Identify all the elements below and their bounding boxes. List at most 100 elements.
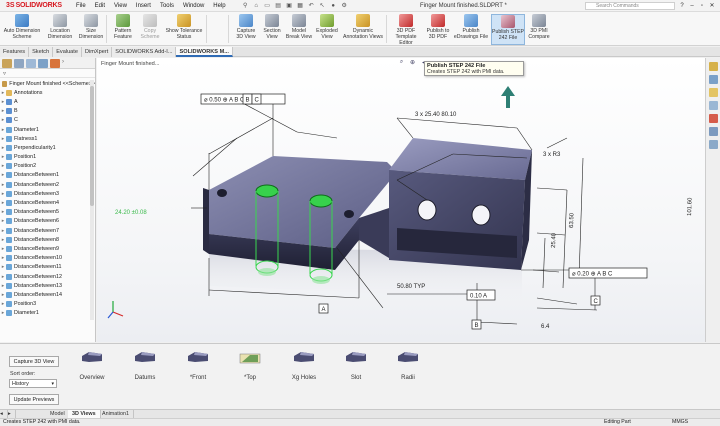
open-folder-icon[interactable]: ▤ — [274, 2, 283, 10]
tree-item[interactable]: ▸DistanceBetween1 — [0, 171, 95, 180]
tree-item[interactable]: ▸B — [0, 107, 95, 116]
print-icon[interactable]: ▦ — [296, 2, 305, 10]
tree-item[interactable]: ▸A — [0, 97, 95, 106]
update-previews-button[interactable]: Update Previews — [9, 394, 59, 405]
tree-item[interactable]: ▸DistanceBetween13 — [0, 281, 95, 290]
tree-item[interactable]: ▸Position2 — [0, 162, 95, 171]
display-manager-icon[interactable] — [50, 59, 60, 68]
minimize-icon[interactable]: – — [687, 1, 697, 11]
forum-icon[interactable] — [709, 140, 718, 149]
tree-item[interactable]: ▸Diameter1 — [0, 125, 95, 134]
select-arrow-icon[interactable]: ↖ — [318, 2, 327, 10]
tab-dimxpert[interactable]: DimXpert — [82, 47, 112, 57]
home-icon[interactable]: ⌂ — [252, 2, 261, 10]
menu-file[interactable]: File — [76, 3, 86, 9]
tree-item[interactable]: ▸Position3 — [0, 300, 95, 309]
3d-pmi-compare-button[interactable]: 3D PMI Compare — [526, 14, 552, 40]
tree-item[interactable]: ▸DistanceBetween10 — [0, 254, 95, 263]
publish-step-242-button[interactable]: Publish STEP 242 File — [491, 14, 525, 45]
gdt-frame-3[interactable]: 0.10 A — [467, 290, 495, 300]
datum-box-c[interactable]: C — [591, 296, 600, 305]
tree-scrollbar[interactable] — [90, 80, 94, 320]
tree-item[interactable]: ▸DistanceBetween11 — [0, 263, 95, 272]
file-explorer-icon[interactable] — [709, 88, 718, 97]
restore-icon[interactable]: ▫ — [697, 1, 707, 11]
tree-item[interactable]: ▸DistanceBetween7 — [0, 226, 95, 235]
solidworks-logo[interactable]: 3S SOLIDWORKS — [6, 2, 54, 9]
model-canvas[interactable]: ⌀ 0.50 ⊕ A B C 3 x 25.40 80.10 ⌀ 0.20 ⊕ … — [97, 58, 705, 342]
rebuild-icon[interactable]: ● — [329, 2, 338, 10]
options-gear-icon[interactable]: ⚙ — [340, 2, 349, 10]
tree-filter[interactable]: ▿ — [0, 69, 95, 78]
view-thumbnail-top[interactable]: *Top — [230, 350, 270, 381]
tree-item[interactable]: ▸Flatness1 — [0, 134, 95, 143]
sort-order-select[interactable]: History ▾ — [9, 379, 57, 388]
tree-item[interactable]: ▸DistanceBetween4 — [0, 198, 95, 207]
size-dimension-button[interactable]: Size Dimension — [78, 14, 104, 40]
datum-box-b[interactable]: B — [472, 320, 481, 329]
tree-item[interactable]: ▸Diameter1 — [0, 309, 95, 318]
tree-item[interactable]: ▸DistanceBetween2 — [0, 180, 95, 189]
custom-properties-icon[interactable] — [709, 127, 718, 136]
tab-solidworks-addins[interactable]: SOLIDWORKS Add-I... — [112, 47, 176, 57]
datum-box-b-top[interactable]: B — [243, 94, 252, 104]
tab-features[interactable]: Features — [0, 47, 29, 57]
menu-help[interactable]: Help — [213, 3, 225, 9]
view-thumbnail-radii[interactable]: Radii — [388, 350, 428, 381]
view-thumbnail-slot[interactable]: Slot — [336, 350, 376, 381]
menu-view[interactable]: View — [114, 3, 127, 9]
expand-panel-icon[interactable]: › — [62, 59, 72, 68]
menu-edit[interactable]: Edit — [95, 3, 105, 9]
graphics-area[interactable]: Finger Mount finished... ⌕ ⊕ ◂ — [97, 58, 705, 342]
tree-item[interactable]: ▸Annotations — [0, 88, 95, 97]
view-thumbnail-holes[interactable]: Xg Holes — [284, 350, 324, 381]
view-thumbnail-overview[interactable]: Overview — [72, 350, 112, 381]
scrollbar-thumb[interactable] — [90, 86, 94, 206]
section-view-button[interactable]: Section View — [260, 14, 284, 40]
tab-sketch[interactable]: Sketch — [29, 47, 53, 57]
tree-item[interactable]: ▸C — [0, 116, 95, 125]
model-break-view-button[interactable]: Model Break View — [284, 14, 314, 40]
show-tolerance-status-button[interactable]: Show Tolerance Status — [164, 14, 204, 40]
3d-pdf-template-editor-button[interactable]: 3D PDF Template Editor — [388, 14, 424, 46]
tree-item[interactable]: ▸DistanceBetween3 — [0, 189, 95, 198]
tree-root[interactable]: Finger Mount finished <<Scheme>> — [0, 79, 95, 88]
tree-item[interactable]: ▸DistanceBetween8 — [0, 235, 95, 244]
configuration-manager-icon[interactable] — [26, 59, 36, 68]
tree-item[interactable]: ▸Perpendicularity1 — [0, 143, 95, 152]
appearances-icon[interactable] — [709, 114, 718, 123]
undo-icon[interactable]: ↶ — [307, 2, 316, 10]
pattern-feature-button[interactable]: Pattern Feature — [110, 14, 136, 40]
tree-item[interactable]: ▸DistanceBetween5 — [0, 208, 95, 217]
copy-scheme-button[interactable]: Copy Scheme — [138, 14, 162, 40]
capture-3d-view-button[interactable]: Capture 3D View — [232, 14, 260, 40]
search-input[interactable]: Search Commands — [585, 2, 675, 10]
status-units[interactable]: MMGS — [672, 419, 688, 426]
tab-solidworks-mbd[interactable]: SOLIDWORKS M... — [176, 47, 232, 57]
view-palette-icon[interactable] — [709, 101, 718, 110]
save-icon[interactable]: ▣ — [285, 2, 294, 10]
tree-item[interactable]: ▸Position1 — [0, 153, 95, 162]
new-document-icon[interactable]: ▭ — [263, 2, 272, 10]
gdt-frame-2[interactable]: ⌀ 0.20 ⊕ A B C — [569, 268, 647, 278]
help-icon[interactable]: ? — [677, 1, 687, 11]
tree-item[interactable]: ▸DistanceBetween9 — [0, 244, 95, 253]
menu-tools[interactable]: Tools — [160, 3, 174, 9]
solidworks-resources-icon[interactable] — [709, 62, 718, 71]
view-thumbnail-datums[interactable]: Datums — [125, 350, 165, 381]
publish-edrawings-button[interactable]: Publish eDrawings File — [452, 14, 490, 40]
close-icon[interactable]: ✕ — [707, 1, 717, 11]
menu-insert[interactable]: Insert — [136, 3, 151, 9]
datum-box-a[interactable]: A — [319, 304, 328, 313]
exploded-view-button[interactable]: Exploded View — [314, 14, 340, 40]
menu-window[interactable]: Window — [183, 3, 204, 9]
feature-manager-icon[interactable] — [2, 59, 12, 68]
dynamic-annotation-views-button[interactable]: Dynamic Annotation Views — [342, 14, 384, 40]
auto-dimension-scheme-button[interactable]: Auto Dimension Scheme — [2, 14, 42, 40]
dimxpert-manager-icon[interactable] — [38, 59, 48, 68]
location-dimension-button[interactable]: Location Dimension — [44, 14, 76, 40]
tree-item[interactable]: ▸DistanceBetween12 — [0, 272, 95, 281]
tab-evaluate[interactable]: Evaluate — [53, 47, 82, 57]
property-manager-icon[interactable] — [14, 59, 24, 68]
publish-to-3d-pdf-button[interactable]: Publish to 3D PDF — [424, 14, 452, 40]
